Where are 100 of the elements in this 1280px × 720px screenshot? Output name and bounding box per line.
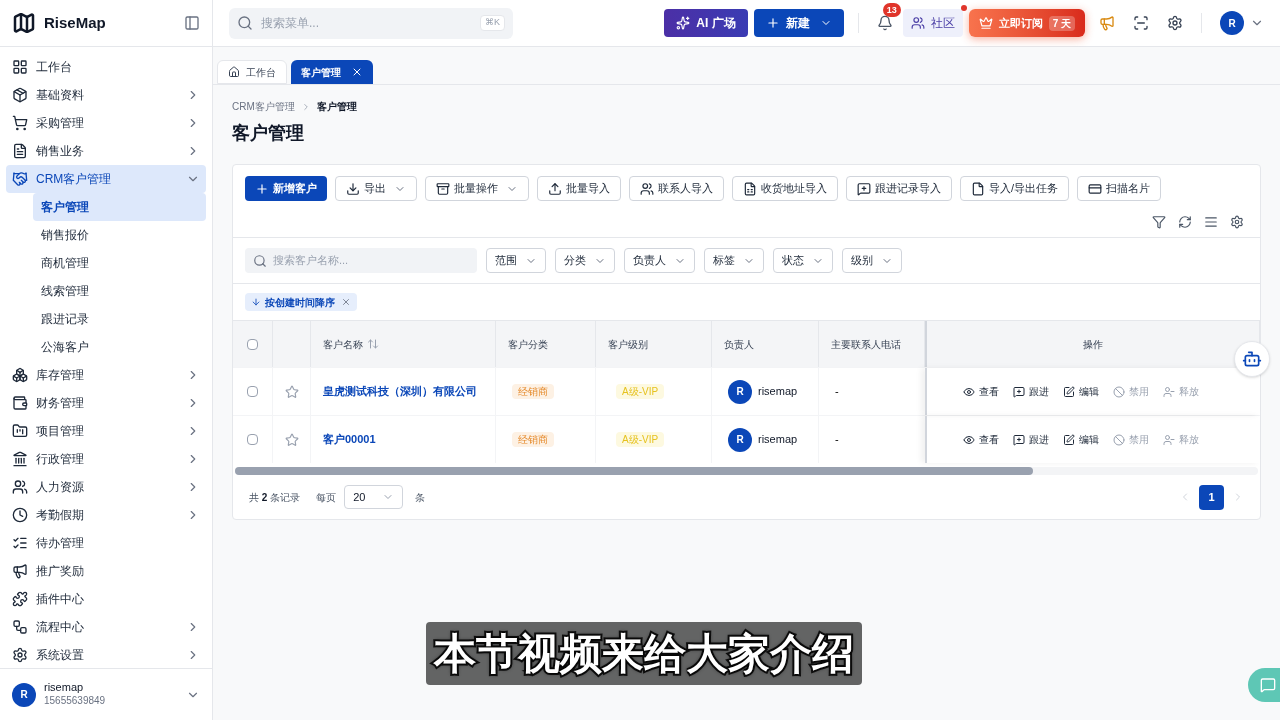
filter-dropdown[interactable]: 标签 xyxy=(704,248,764,273)
sidebar-item[interactable]: 项目管理 xyxy=(6,417,206,445)
sidebar-item[interactable]: 推广奖励 xyxy=(6,557,206,585)
user-avatar: R xyxy=(12,682,36,707)
handshake-icon xyxy=(12,171,28,187)
boxes-icon xyxy=(12,367,28,383)
sidebar-item[interactable]: 考勤假期 xyxy=(6,501,206,529)
home-icon xyxy=(228,66,240,78)
column-header: 客户分类 xyxy=(508,337,548,352)
level-tag: A级-VIP xyxy=(616,384,665,399)
select-all-checkbox[interactable] xyxy=(247,338,258,350)
sidebar-item[interactable]: 插件中心 xyxy=(6,585,206,613)
sidebar-item[interactable]: 行政管理 xyxy=(6,445,206,473)
sidebar-item[interactable]: 流程中心 xyxy=(6,613,206,641)
toolbar-button[interactable]: 批量操作 xyxy=(425,176,529,201)
toolbar-button[interactable]: 跟进记录导入 xyxy=(846,176,952,201)
customer-name-link[interactable]: 皇虎测试科技（深圳）有限公司 xyxy=(323,383,477,400)
eye-icon xyxy=(963,433,975,446)
row-action-link[interactable]: 查看 xyxy=(963,432,999,447)
page-tab[interactable]: 工作台 xyxy=(217,60,287,84)
folder-icon xyxy=(12,423,28,439)
document-icon xyxy=(12,143,28,159)
sidebar-item[interactable]: 人力资源 xyxy=(6,473,206,501)
toolbar-button[interactable]: 导入/导出任务 xyxy=(960,176,1070,201)
user-avatar[interactable]: R xyxy=(1220,11,1244,35)
users-icon xyxy=(910,16,925,30)
sidebar-subitem[interactable]: 商机管理 xyxy=(33,249,206,277)
sidebar-item[interactable]: 系统设置 xyxy=(6,641,206,668)
ai-square-button[interactable]: AI 广场 xyxy=(664,9,748,37)
sidebar-item[interactable]: 工作台 xyxy=(6,53,206,81)
row-action-link[interactable]: 编辑 xyxy=(1063,432,1099,447)
scan-icon[interactable] xyxy=(1133,15,1149,31)
filter-icon[interactable] xyxy=(1152,215,1166,229)
owner-avatar: R xyxy=(728,427,752,452)
sidebar-item[interactable]: 待办管理 xyxy=(6,529,206,557)
add-customer-button[interactable]: 新增客户 xyxy=(245,176,327,201)
collapse-sidebar-icon[interactable] xyxy=(184,15,200,31)
row-action-link[interactable]: 编辑 xyxy=(1063,384,1099,399)
sidebar-item[interactable]: 采购管理 xyxy=(6,109,206,137)
wallet-icon xyxy=(12,395,28,411)
bell-icon[interactable] xyxy=(876,15,893,31)
row-checkbox[interactable] xyxy=(247,386,258,397)
sidebar-item[interactable]: 销售业务 xyxy=(6,137,206,165)
refresh-icon[interactable] xyxy=(1178,215,1192,229)
page-size-select[interactable]: 20 xyxy=(344,485,404,509)
bank-icon xyxy=(12,451,28,467)
sidebar-subitem[interactable]: 跟进记录 xyxy=(33,305,206,333)
page-tab[interactable]: 客户管理 xyxy=(291,60,373,84)
toolbar-button[interactable]: 导出 xyxy=(335,176,417,201)
toolbar-button[interactable]: 收货地址导入 xyxy=(732,176,838,201)
star-icon[interactable] xyxy=(284,384,299,399)
row-action-link[interactable]: 跟进 xyxy=(1013,432,1049,447)
sidebar-subitem[interactable]: 线索管理 xyxy=(33,277,206,305)
page-number[interactable]: 1 xyxy=(1199,484,1224,510)
toolbar-button[interactable]: 批量导入 xyxy=(537,176,621,201)
sidebar-item[interactable]: 基础资料 xyxy=(6,81,206,109)
settings-icon[interactable] xyxy=(1230,215,1244,229)
comment-icon xyxy=(1013,385,1025,398)
filter-dropdown[interactable]: 分类 xyxy=(555,248,615,273)
sidebar-item[interactable]: 库存管理 xyxy=(6,361,206,389)
filter-dropdown[interactable]: 范围 xyxy=(486,248,546,273)
search-icon xyxy=(253,253,267,268)
filter-dropdown[interactable]: 负责人 xyxy=(624,248,695,273)
filter-dropdown[interactable]: 状态 xyxy=(773,248,833,273)
close-icon[interactable] xyxy=(351,66,363,78)
megaphone-icon[interactable] xyxy=(1099,15,1115,31)
checklist-icon xyxy=(12,535,28,551)
row-action-link[interactable]: 查看 xyxy=(963,384,999,399)
customer-name-link[interactable]: 客户00001 xyxy=(323,431,376,448)
sort-icon[interactable] xyxy=(367,338,379,350)
horizontal-scrollbar[interactable] xyxy=(235,467,1033,475)
row-checkbox[interactable] xyxy=(247,434,258,445)
sidebar-item[interactable]: CRM客户管理 xyxy=(6,165,206,193)
toolbar-button[interactable]: 扫描名片 xyxy=(1077,176,1162,201)
sidebar-subitem[interactable]: 公海客户 xyxy=(33,333,206,361)
filter-dropdown[interactable]: 级别 xyxy=(842,248,902,273)
settings-icon[interactable] xyxy=(1167,15,1183,31)
sort-tag[interactable]: 按创建时间降序 xyxy=(245,293,357,311)
sidebar-item[interactable]: 财务管理 xyxy=(6,389,206,417)
brand-name: RiseMap xyxy=(44,12,106,33)
column-header: 客户名称 xyxy=(323,337,363,352)
search-icon xyxy=(237,15,253,31)
notification-badge: 13 xyxy=(882,3,901,17)
toolbar-button[interactable]: 联系人导入 xyxy=(629,176,724,201)
chat-button[interactable] xyxy=(1248,668,1280,702)
download-icon xyxy=(346,181,360,196)
shortcut-key: ⌘K xyxy=(480,15,505,31)
upload-icon xyxy=(548,181,562,196)
sidebar-subitem[interactable]: 客户管理 xyxy=(33,193,206,221)
subscribe-button[interactable]: 立即订阅 7 天 xyxy=(968,9,1085,37)
settings-icon xyxy=(12,647,28,663)
ban-icon xyxy=(1113,433,1125,446)
row-action-link[interactable]: 跟进 xyxy=(1013,384,1049,399)
chat-icon xyxy=(1260,677,1276,693)
density-icon[interactable] xyxy=(1204,215,1218,229)
sidebar-subitem[interactable]: 销售报价 xyxy=(33,221,206,249)
eye-icon xyxy=(963,385,975,398)
new-button[interactable]: 新建 xyxy=(753,9,844,37)
breadcrumb-item[interactable]: CRM客户管理 xyxy=(232,99,295,114)
star-icon[interactable] xyxy=(284,432,299,447)
